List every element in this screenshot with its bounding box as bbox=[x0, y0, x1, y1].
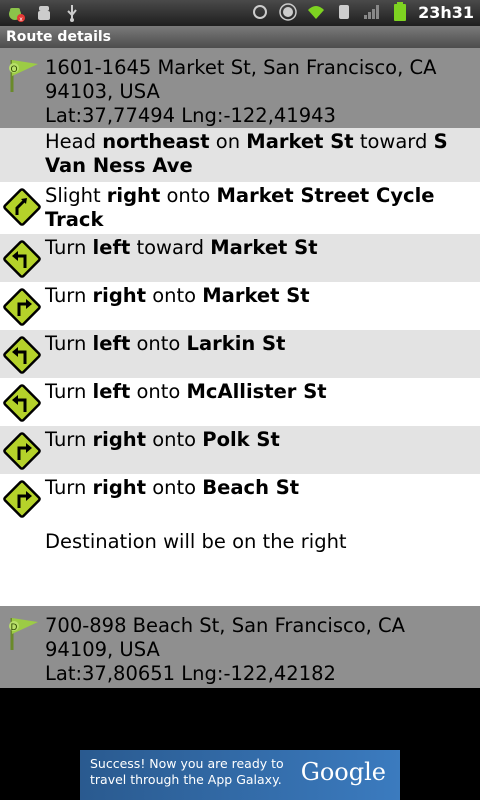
turn-right-sign-icon bbox=[3, 288, 41, 326]
wifi-icon bbox=[306, 2, 326, 22]
ad-message: Success! Now you are ready to travel thr… bbox=[90, 756, 290, 788]
turn-left-sign-icon bbox=[3, 384, 41, 422]
turn-right-sign-icon bbox=[3, 432, 41, 470]
route-step[interactable]: Turn right onto Market St bbox=[0, 282, 480, 330]
step-text: Turn right onto Beach St bbox=[45, 476, 300, 499]
step-text: Head northeast on Market St toward S Van… bbox=[45, 130, 448, 177]
battery-icon bbox=[390, 2, 410, 22]
android-alert-icon: x bbox=[6, 3, 26, 23]
step-text: Turn left toward Market St bbox=[45, 236, 318, 259]
destination-note: Destination will be on the right bbox=[45, 530, 347, 553]
route-step[interactable]: Turn right onto Beach St bbox=[0, 474, 480, 526]
destination-flag-icon: D bbox=[9, 618, 38, 650]
data-icon bbox=[334, 2, 354, 22]
route-step[interactable]: Slight right onto Market Street Cycle Tr… bbox=[0, 182, 480, 234]
status-clock: 23h31 bbox=[418, 2, 474, 22]
origin-coords: Lat:37,77494 Lng:-122,41943 bbox=[45, 104, 336, 127]
svg-text:x: x bbox=[19, 16, 23, 23]
ad-area: Success! Now you are ready to travel thr… bbox=[0, 688, 480, 800]
route-step[interactable]: Turn left onto Larkin St bbox=[0, 330, 480, 378]
route-details-list[interactable]: O 1601-1645 Market St, San Francisco, CA… bbox=[0, 48, 480, 688]
window-title: Route details bbox=[0, 26, 480, 48]
usb-icon bbox=[62, 3, 82, 23]
ad-line1: Success! Now you are ready to bbox=[90, 756, 284, 771]
origin-address: 1601-1645 Market St, San Francisco, CA 9… bbox=[45, 56, 437, 103]
step-text: Turn right onto Market St bbox=[45, 284, 310, 307]
origin-row[interactable]: O 1601-1645 Market St, San Francisco, CA… bbox=[0, 48, 480, 128]
step-text: Turn left onto Larkin St bbox=[45, 332, 286, 355]
sync-icon bbox=[250, 2, 270, 22]
ad-line2: travel through the App Galaxy. bbox=[90, 772, 282, 787]
turn-left-sign-icon bbox=[3, 240, 41, 278]
ad-brand-logo: Google bbox=[300, 758, 386, 786]
step-text: Slight right onto Market Street Cycle Tr… bbox=[45, 184, 435, 231]
slight-right-sign-icon bbox=[3, 188, 41, 226]
status-icons-left: x bbox=[6, 3, 82, 23]
route-step[interactable]: Turn left toward Market St bbox=[0, 234, 480, 282]
step-text: Turn right onto Polk St bbox=[45, 428, 280, 451]
route-step[interactable]: Turn right onto Polk St bbox=[0, 426, 480, 474]
route-step[interactable]: Head northeast on Market St toward S Van… bbox=[0, 128, 480, 182]
destination-coords: Lat:37,80651 Lng:-122,42182 bbox=[45, 662, 336, 685]
turn-right-sign-icon bbox=[3, 480, 41, 518]
step-text: Turn left onto McAllister St bbox=[45, 380, 327, 403]
origin-text: 1601-1645 Market St, San Francisco, CA 9… bbox=[45, 56, 475, 128]
destination-text: 700-898 Beach St, San Francisco, CA 9410… bbox=[45, 614, 475, 686]
destination-row[interactable]: D 700-898 Beach St, San Francisco, CA 94… bbox=[0, 606, 480, 688]
gps-icon bbox=[278, 2, 298, 22]
origin-flag-letter: O bbox=[10, 65, 17, 75]
ad-banner[interactable]: Success! Now you are ready to travel thr… bbox=[80, 750, 400, 800]
signal-icon bbox=[362, 2, 382, 22]
status-icons-right: 23h31 bbox=[250, 2, 474, 22]
destination-flag-letter: D bbox=[11, 623, 18, 633]
android-robot-icon bbox=[34, 3, 54, 23]
route-step[interactable]: Turn left onto McAllister St bbox=[0, 378, 480, 426]
turn-left-sign-icon bbox=[3, 336, 41, 374]
destination-address: 700-898 Beach St, San Francisco, CA 9410… bbox=[45, 614, 406, 661]
status-bar: x 23h31 bbox=[0, 0, 480, 26]
origin-flag-icon: O bbox=[9, 60, 38, 92]
